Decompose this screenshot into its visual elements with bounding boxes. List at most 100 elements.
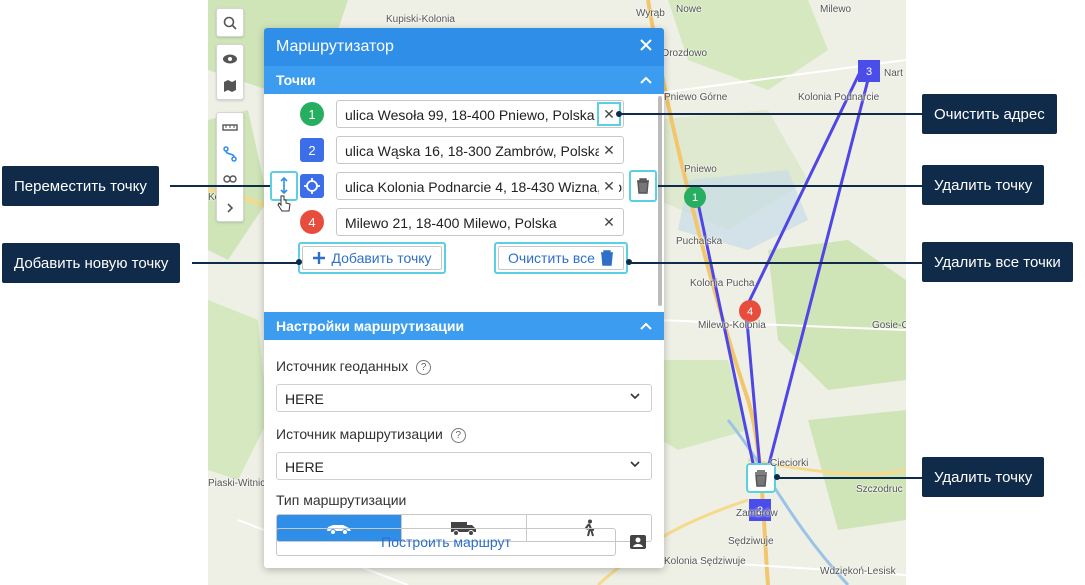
screenshot-stage: 1 4 3 2 Kupiski-Kolonia Wyrąb Nowe Milew… — [0, 0, 1085, 585]
clear-all-button[interactable]: Очистить все — [498, 246, 624, 270]
delete-point-button[interactable] — [629, 170, 657, 202]
map-label: Pniewo — [684, 164, 717, 175]
geodata-source-value: HERE — [285, 391, 324, 407]
search-icon — [223, 16, 237, 30]
address-text: ulica Wąska 16, 18-300 Zambrów, Polska — [345, 143, 603, 159]
map-layers-button[interactable] — [217, 72, 243, 99]
search-button[interactable] — [217, 9, 243, 36]
visibility-button[interactable] — [217, 45, 243, 72]
add-point-button[interactable]: Добавить точку — [302, 246, 442, 270]
map-label: Kolonia Pucha — [690, 278, 755, 289]
crosshair-icon — [304, 178, 320, 194]
point-row-4: 4 Milewo 21, 18-400 Milewo, Polska ✕ — [264, 208, 664, 236]
map-label: Szczodruc — [856, 484, 903, 495]
ruler-icon — [222, 123, 238, 131]
map-label: Milewo-Kolonia — [698, 320, 766, 331]
map-label: Puchalska — [676, 236, 723, 247]
contact-card-icon — [630, 535, 646, 549]
callout-line — [170, 185, 270, 187]
callout-dot — [616, 111, 622, 117]
geodata-source-label: Источник геоданных? — [276, 358, 432, 375]
callout-line — [192, 262, 300, 264]
clear-all-highlight: Очистить все — [494, 242, 628, 274]
callout-delete-all-points: Удалить все точки — [922, 242, 1073, 282]
callout-dot — [296, 259, 302, 265]
trash-icon — [637, 178, 649, 194]
callout-line — [778, 477, 922, 479]
eye-icon — [223, 54, 237, 63]
chevron-down-icon — [630, 393, 640, 400]
map-label: Pniewo Górne — [664, 92, 728, 103]
tools-group — [216, 112, 244, 222]
trash-icon — [600, 250, 613, 266]
routing-source-value: HERE — [285, 459, 324, 475]
panel-title: Маршрутизатор — [276, 38, 394, 55]
layers-tool-group — [216, 44, 244, 100]
map-label: Wyrąb — [636, 8, 665, 19]
clear-address-button[interactable]: ✕ — [599, 176, 619, 196]
point-row-1: 1 ulica Wesoła 99, 18-400 Pniewo, Polska… — [264, 100, 664, 128]
add-point-label: Добавить точку — [331, 250, 432, 266]
clear-all-label: Очистить все — [508, 250, 595, 266]
callout-line — [620, 113, 922, 115]
point-number-badge: 2 — [300, 138, 324, 162]
address-text: ulica Kolonia Podnarcie 4, 18-430 Wizna,… — [345, 179, 624, 195]
map-label: Kupiski-Kolonia — [386, 14, 455, 25]
geodata-source-select[interactable]: HERE — [276, 384, 652, 412]
close-button[interactable] — [640, 38, 652, 56]
clear-address-button[interactable]: ✕ — [599, 140, 619, 160]
settings-section-header[interactable]: Настройки маршрутизации — [264, 312, 664, 340]
help-icon[interactable]: ? — [416, 359, 432, 375]
chevron-down-icon — [630, 461, 640, 468]
callout-dot — [774, 474, 780, 480]
svg-text:1: 1 — [692, 192, 698, 204]
svg-text:3: 3 — [866, 66, 872, 78]
map-label: Gosie-C — [872, 320, 906, 331]
svg-text:4: 4 — [747, 306, 753, 318]
routing-type-label: Тип маршрутизации — [276, 492, 407, 508]
point-row-2: 2 ulica Wąska 16, 18-300 Zambrów, Polska… — [264, 136, 664, 164]
map-label: Piaski-Witnice — [208, 478, 271, 489]
chevron-up-icon — [640, 76, 652, 84]
point-address-input[interactable]: Milewo 21, 18-400 Milewo, Polska ✕ — [336, 208, 624, 236]
expand-toolbar-button[interactable] — [217, 194, 243, 221]
help-icon[interactable]: ? — [450, 427, 466, 443]
points-section-header[interactable]: Точки — [264, 66, 664, 94]
routing-source-select[interactable]: HERE — [276, 452, 652, 480]
point-address-input[interactable]: ulica Wesoła 99, 18-400 Pniewo, Polska ✕ — [336, 100, 624, 128]
point-address-input[interactable]: ulica Wąska 16, 18-300 Zambrów, Polska ✕ — [336, 136, 624, 164]
callout-dot — [626, 259, 632, 265]
point-location-badge — [300, 174, 324, 198]
callout-clear-address: Очистить адрес — [922, 94, 1057, 134]
point-number-badge: 4 — [300, 210, 324, 234]
point-row-3: ulica Kolonia Podnarcie 4, 18-430 Wizna,… — [264, 170, 664, 202]
point-address-input[interactable]: ulica Kolonia Podnarcie 4, 18-430 Wizna,… — [336, 172, 624, 200]
build-route-button[interactable]: Построить маршрут — [276, 528, 616, 556]
ruler-button[interactable] — [217, 113, 243, 140]
router-panel: Маршрутизатор Точки 1 ulica Wesoła 99, 1… — [264, 28, 664, 568]
map-label: Kolonia Sędziwuje — [664, 556, 746, 567]
routing-button[interactable] — [217, 140, 243, 167]
geofence-button[interactable] — [217, 167, 243, 194]
map-label: Nart — [884, 68, 903, 79]
points-section-title: Точки — [276, 72, 316, 88]
map-label: Nowe — [676, 4, 702, 15]
map-label: Wdziękoń-Lesisk — [820, 566, 896, 577]
panel-header: Маршрутизатор — [264, 28, 664, 66]
hand-cursor-icon — [277, 195, 291, 212]
map-label: Kolonia Podnarcie — [798, 92, 880, 103]
close-icon — [640, 39, 652, 51]
trash-icon — [755, 470, 767, 487]
map-label: Milewo — [820, 4, 852, 15]
chevron-up-icon — [640, 322, 652, 330]
settings-section-title: Настройки маршрутизации — [276, 318, 465, 334]
map-label: Cieciorki — [770, 458, 809, 469]
search-tool-group — [216, 8, 244, 37]
clear-address-button[interactable]: ✕ — [599, 212, 619, 232]
routing-source-label: Источник маршрутизации? — [276, 426, 466, 443]
map-label: Drozdowo — [662, 48, 708, 59]
add-point-highlight: Добавить точку — [298, 242, 446, 274]
route-report-button[interactable] — [628, 532, 648, 552]
address-text: ulica Wesoła 99, 18-400 Pniewo, Polska — [345, 107, 595, 123]
callout-delete-point: Удалить точку — [922, 165, 1045, 205]
